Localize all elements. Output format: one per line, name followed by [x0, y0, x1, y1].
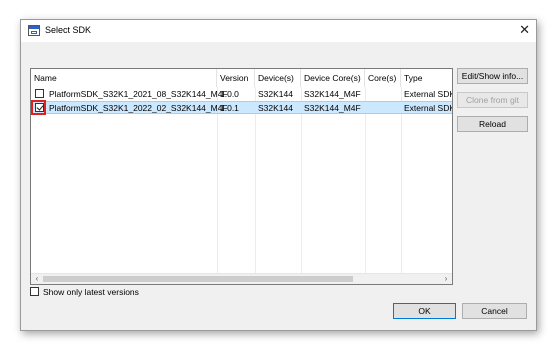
sdk-table: Name Version Device(s) Device Core(s) Co…	[30, 68, 453, 285]
cell-version: 1.0.1	[220, 103, 239, 113]
window-title: Select SDK	[45, 25, 92, 35]
edit-show-info-button[interactable]: Edit/Show info...	[457, 68, 528, 84]
horizontal-scrollbar[interactable]: ‹ ›	[31, 273, 452, 284]
title-bar[interactable]: Select SDK ✕	[21, 20, 536, 42]
window-app-icon	[28, 25, 40, 36]
cell-device-cores: S32K144_M4F	[304, 103, 361, 113]
select-sdk-dialog: Select SDK ✕ Name Version Device(s) Devi…	[20, 19, 537, 331]
table-row[interactable]: PlatformSDK_S32K1_2021_08_S32K144_M4F 1.…	[31, 88, 452, 101]
table-header: Name Version Device(s) Device Core(s) Co…	[31, 69, 452, 87]
col-header-version[interactable]: Version	[217, 69, 255, 87]
col-header-cores[interactable]: Core(s)	[365, 69, 401, 87]
cell-type: External SDK	[404, 103, 453, 113]
col-header-type[interactable]: Type	[401, 69, 452, 87]
close-icon[interactable]: ✕	[519, 23, 530, 37]
show-latest-checkbox[interactable]	[30, 287, 39, 296]
cell-devices: S32K144	[258, 89, 293, 99]
cell-name: PlatformSDK_S32K1_2022_02_S32K144_M4F	[49, 103, 228, 113]
row-checkbox[interactable]	[35, 89, 44, 98]
col-header-name[interactable]: Name	[31, 69, 217, 87]
column-divider	[401, 87, 402, 274]
reload-button[interactable]: Reload	[457, 116, 528, 132]
column-divider	[301, 87, 302, 274]
scroll-left-icon[interactable]: ‹	[31, 274, 43, 284]
cell-devices: S32K144	[258, 103, 293, 113]
cell-version: 1.0.0	[220, 89, 239, 99]
column-divider	[255, 87, 256, 274]
column-divider	[217, 87, 218, 274]
ok-button[interactable]: OK	[393, 303, 456, 319]
scroll-right-icon[interactable]: ›	[440, 274, 452, 284]
col-header-devices[interactable]: Device(s)	[255, 69, 301, 87]
cell-name: PlatformSDK_S32K1_2021_08_S32K144_M4F	[49, 89, 228, 99]
cell-type: External SDK	[404, 89, 453, 99]
checkbox-highlight-frame	[31, 100, 46, 115]
column-divider	[365, 87, 366, 274]
show-latest-label[interactable]: Show only latest versions	[43, 286, 139, 298]
scrollbar-thumb[interactable]	[43, 276, 353, 282]
clone-from-git-button[interactable]: Clone from git	[457, 92, 528, 108]
cell-device-cores: S32K144_M4F	[304, 89, 361, 99]
col-header-device-cores[interactable]: Device Core(s)	[301, 69, 365, 87]
table-row-selected[interactable]: PlatformSDK_S32K1_2022_02_S32K144_M4F 1.…	[31, 100, 453, 115]
cancel-button[interactable]: Cancel	[462, 303, 527, 319]
